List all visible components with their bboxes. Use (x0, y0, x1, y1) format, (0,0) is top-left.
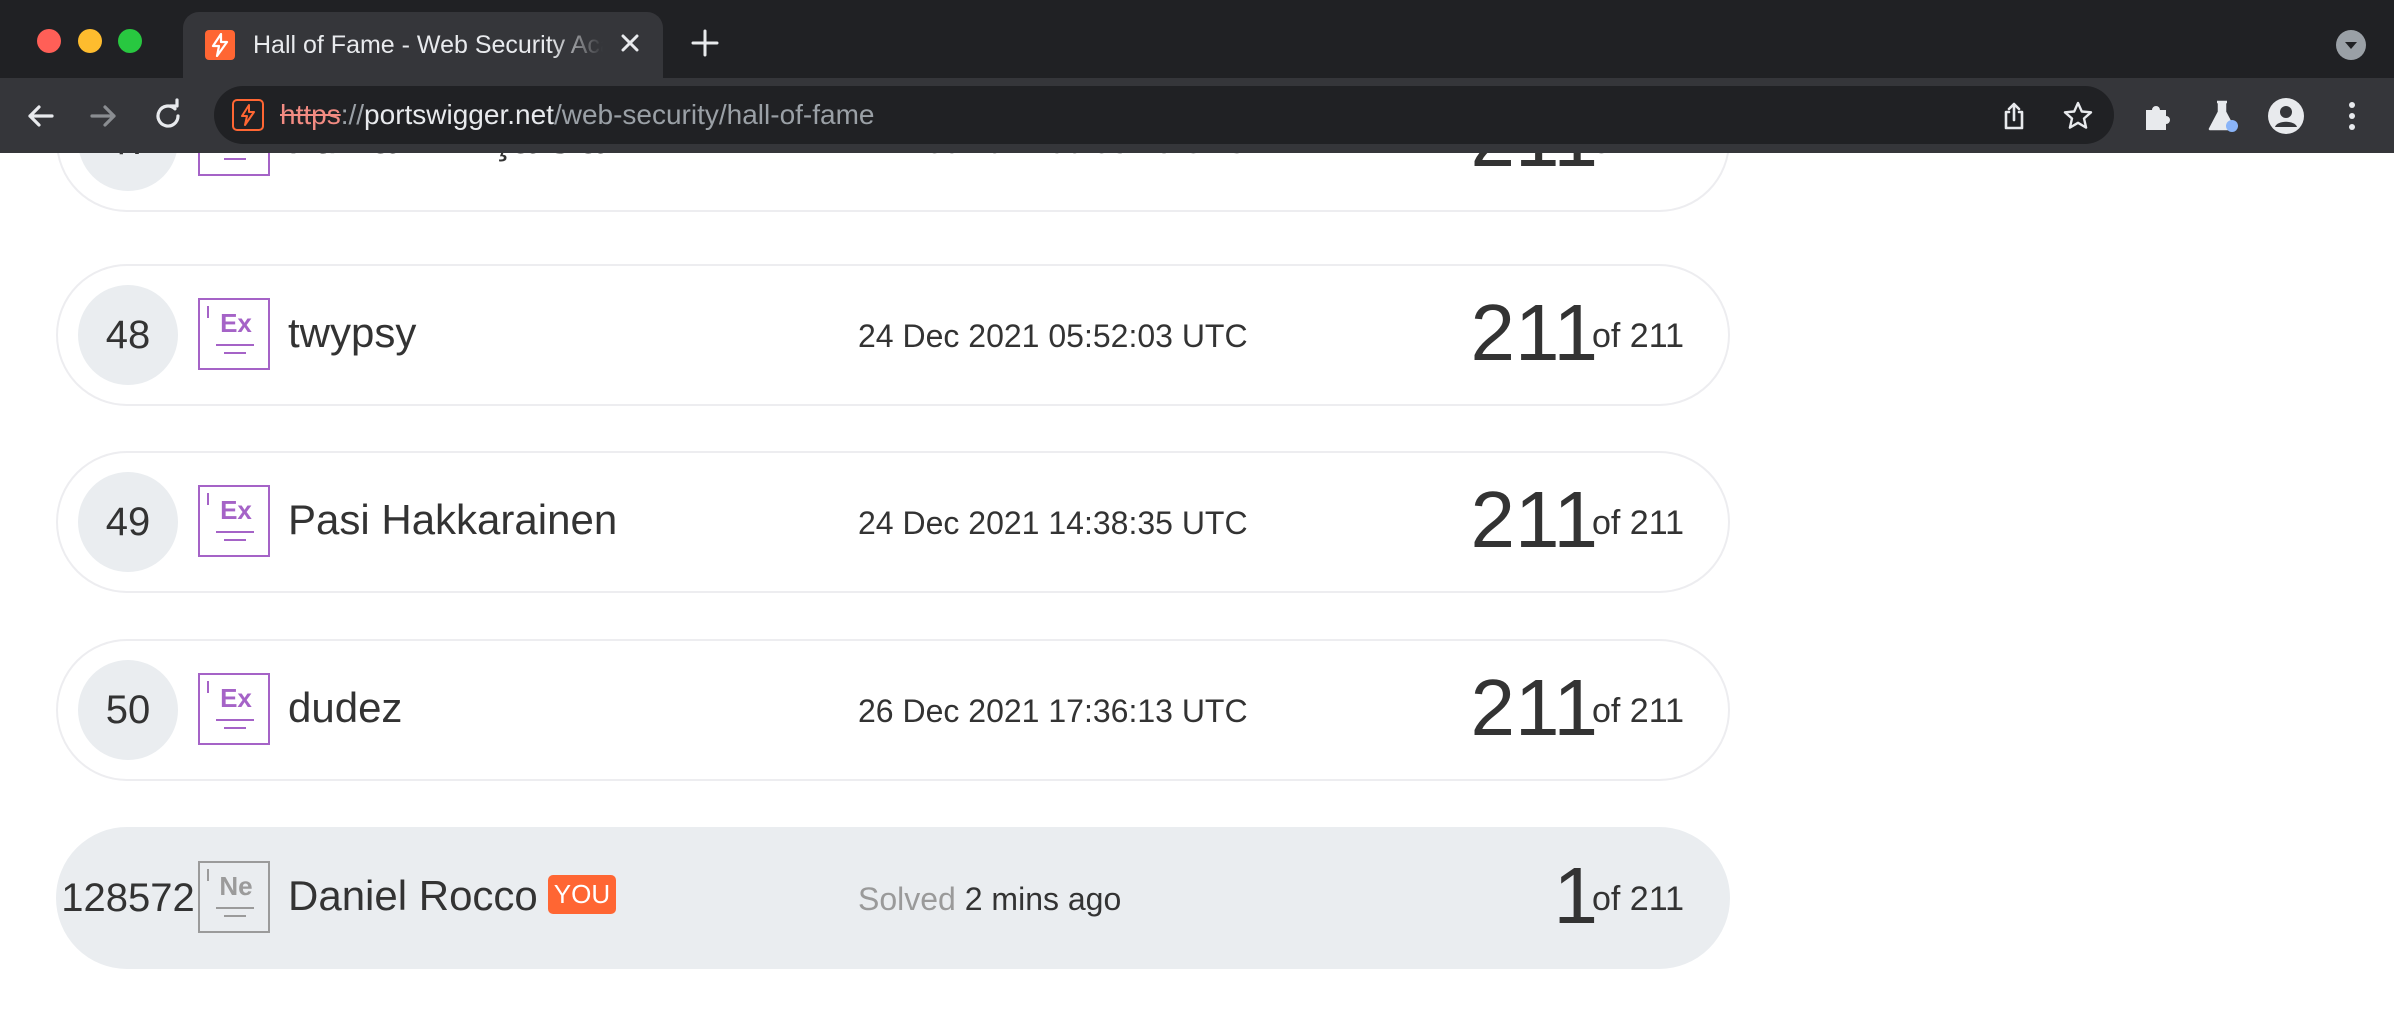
labs-total: of 211 (1592, 880, 1685, 918)
user-name[interactable]: Furkan Kılıçarslan (288, 153, 626, 163)
rank-number: 47 (78, 153, 178, 191)
expert-level-badge-icon: Ex (198, 153, 270, 176)
leaderboard-row: 47 Ex Furkan Kılıçarslan 24 Dec 2021 00:… (56, 153, 1730, 212)
url-separator: :// (340, 99, 365, 130)
user-name[interactable]: Daniel Rocco YOU (288, 872, 617, 920)
labs-total: of 211 (1592, 153, 1684, 162)
portswigger-favicon-icon (205, 30, 235, 60)
hall-of-fame-page: 47 Ex Furkan Kılıçarslan 24 Dec 2021 00:… (0, 153, 2394, 1022)
reload-icon[interactable] (148, 96, 188, 136)
expert-level-badge-icon: Ex (198, 485, 270, 557)
browser-chrome: Hall of Fame - Web Security Academy http… (0, 0, 2394, 153)
tab-strip: Hall of Fame - Web Security Academy (0, 0, 2394, 78)
user-name[interactable]: twypsy (288, 309, 416, 357)
rank-number: 48 (78, 285, 178, 385)
leaderboard-row: 50 Ex dudez 26 Dec 2021 17:36:13 UTC 211… (56, 639, 1730, 781)
forward-arrow-icon[interactable] (84, 96, 124, 136)
labs-total: of 211 (1592, 692, 1685, 730)
minimize-window-button[interactable] (78, 29, 102, 53)
expert-level-badge-icon: Ex (198, 298, 270, 370)
labs-solved-count: 211 (1470, 153, 1598, 184)
browser-toolbar: https://portswigger.net/web-security/hal… (0, 78, 2394, 153)
user-name[interactable]: Pasi Hakkarainen (288, 496, 617, 544)
you-badge: YOU (547, 875, 617, 915)
tab-title: Hall of Fame - Web Security Academy (253, 31, 603, 59)
address-bar[interactable]: https://portswigger.net/web-security/hal… (214, 86, 2114, 144)
browser-tab-active[interactable]: Hall of Fame - Web Security Academy (183, 12, 663, 78)
current-user-row: 128572 Ne Daniel Rocco YOU Solved 2 mins … (56, 827, 1730, 969)
site-info-icon[interactable] (232, 99, 264, 131)
labs-solved-count: 211 (1470, 475, 1598, 564)
completion-date: 24 Dec 2021 14:38:35 UTC (858, 505, 1248, 541)
solved-time: Solved 2 mins ago (858, 881, 1121, 918)
bookmark-star-icon[interactable] (2062, 100, 2094, 132)
solved-when: 2 mins ago (964, 881, 1122, 917)
labs-solved-count: 211 (1470, 288, 1598, 377)
labs-flask-icon[interactable] (2204, 98, 2240, 134)
novice-level-badge-icon: Ne (198, 861, 270, 933)
current-user-name: Daniel Rocco (288, 872, 538, 919)
back-arrow-icon[interactable] (20, 96, 60, 136)
labs-solved-count: 211 (1470, 663, 1598, 752)
kebab-menu-icon[interactable] (2334, 98, 2370, 134)
user-name[interactable]: dudez (288, 684, 402, 732)
rank-number: 128572 (61, 876, 195, 920)
labs-total: of 211 (1592, 504, 1685, 542)
rank-number: 49 (78, 472, 178, 572)
completion-date: 26 Dec 2021 17:36:13 UTC (858, 693, 1248, 729)
extensions-puzzle-icon[interactable] (2140, 98, 2176, 134)
leaderboard-row: 49 Ex Pasi Hakkarainen 24 Dec 2021 14:38… (56, 451, 1730, 593)
completion-date: 24 Dec 2021 05:52:03 UTC (858, 318, 1248, 354)
profile-avatar-icon[interactable] (2268, 98, 2304, 134)
url-host: portswigger.net (364, 99, 554, 130)
expert-level-badge-icon: Ex (198, 673, 270, 745)
solved-label: Solved (858, 881, 956, 917)
labs-total: of 211 (1592, 317, 1685, 355)
url-scheme: https (280, 99, 341, 130)
maximize-window-button[interactable] (118, 29, 142, 53)
close-tab-icon[interactable] (615, 28, 645, 58)
tab-search-icon[interactable] (2336, 30, 2366, 60)
url-path: /web-security/hall-of-fame (553, 99, 875, 130)
rank-number: 50 (78, 660, 178, 760)
url-text[interactable]: https://portswigger.net/web-security/hal… (280, 99, 875, 131)
new-tab-icon[interactable] (688, 26, 722, 60)
leaderboard-row: 48 Ex twypsy 24 Dec 2021 05:52:03 UTC 21… (56, 264, 1730, 406)
close-window-button[interactable] (37, 29, 61, 53)
completion-date: 24 Dec 2021 00:53:18 UTC (858, 153, 1248, 161)
share-icon[interactable] (1998, 100, 2030, 132)
